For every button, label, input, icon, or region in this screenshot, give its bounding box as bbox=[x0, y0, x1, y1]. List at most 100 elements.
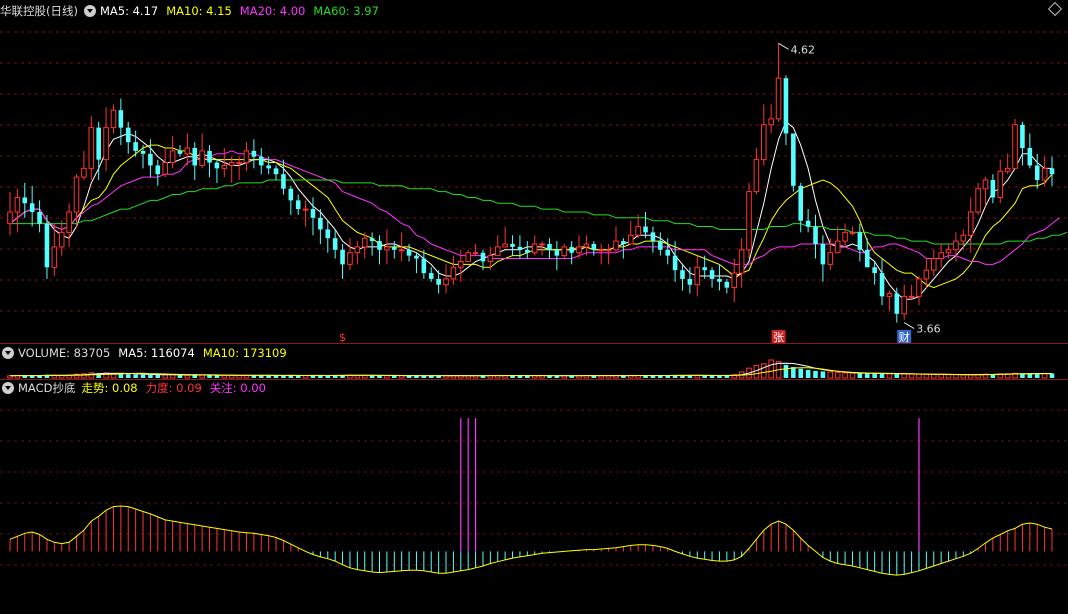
candle bbox=[621, 238, 626, 259]
macd-chevron-icon[interactable] bbox=[2, 382, 14, 394]
volume-bar bbox=[894, 373, 900, 378]
candle-body bbox=[236, 162, 242, 165]
volume-legend-item-1: MA5: 116074 bbox=[118, 346, 195, 360]
candle-body bbox=[465, 252, 471, 262]
candle bbox=[547, 238, 552, 259]
candle-body bbox=[184, 147, 191, 155]
candle bbox=[694, 255, 701, 297]
candle bbox=[554, 241, 560, 271]
macd-legend-item-1: 力度: 0.09 bbox=[145, 381, 202, 395]
volume-bar bbox=[791, 367, 796, 378]
candle-body bbox=[539, 243, 545, 246]
candle-body bbox=[458, 260, 464, 268]
candle bbox=[66, 203, 72, 247]
candle bbox=[251, 139, 257, 169]
candle-body bbox=[273, 168, 279, 175]
candle-body bbox=[332, 238, 338, 250]
candle-body bbox=[58, 231, 65, 248]
candle bbox=[44, 214, 50, 279]
candle bbox=[199, 133, 205, 169]
candle-body bbox=[680, 270, 685, 279]
volume-legend-item-0: VOLUME: 83705 bbox=[18, 346, 111, 360]
candle-body bbox=[73, 176, 80, 213]
candle-body bbox=[791, 133, 796, 186]
volume-bar bbox=[827, 371, 834, 379]
price-annotations: 4.62 3.66 $ 张 财 bbox=[339, 42, 941, 344]
candle-body bbox=[547, 244, 552, 250]
candle-body bbox=[834, 240, 841, 254]
candle-body bbox=[864, 249, 870, 268]
candle bbox=[908, 284, 915, 300]
collapse-chevron-icon[interactable] bbox=[83, 5, 96, 17]
volume-legend-item-2: MA10: 173109 bbox=[202, 346, 287, 360]
candle-body bbox=[849, 231, 856, 234]
stock-title: 华联控股 bbox=[0, 4, 46, 18]
candle bbox=[1034, 153, 1040, 189]
candle bbox=[842, 223, 848, 247]
volume-legend: VOLUME: 83705 MA5: 116074 MA10: 173109 bbox=[0, 345, 295, 361]
candle-body bbox=[81, 167, 87, 178]
candle-body bbox=[945, 249, 952, 254]
candle bbox=[169, 136, 176, 169]
candle bbox=[1027, 133, 1033, 169]
candle bbox=[598, 244, 604, 265]
volume-bar bbox=[125, 374, 131, 378]
candle-body bbox=[1027, 148, 1033, 166]
candle-body bbox=[768, 118, 774, 126]
candle-body bbox=[746, 191, 752, 251]
volume-bar bbox=[886, 373, 893, 379]
macd-legend-item-0: 走势: 0.08 bbox=[81, 381, 138, 395]
candle bbox=[731, 258, 738, 303]
candle bbox=[332, 229, 338, 259]
candle-body bbox=[221, 164, 228, 169]
event-marker: $ bbox=[339, 331, 346, 344]
volume-bar bbox=[88, 372, 95, 379]
candle bbox=[295, 194, 301, 215]
candle-body bbox=[88, 127, 95, 169]
candle bbox=[591, 241, 597, 256]
volume-bar bbox=[133, 374, 138, 378]
candle-body bbox=[798, 185, 804, 221]
candle bbox=[930, 249, 937, 276]
candle bbox=[916, 276, 922, 306]
candle-body bbox=[510, 244, 515, 247]
candle-body bbox=[140, 150, 146, 154]
candle bbox=[302, 200, 309, 227]
candle bbox=[29, 185, 35, 227]
candle-body bbox=[199, 150, 205, 166]
candle bbox=[894, 287, 900, 323]
candle bbox=[717, 264, 722, 291]
candle bbox=[990, 174, 996, 204]
candle bbox=[214, 159, 220, 183]
candle bbox=[938, 244, 944, 268]
volume-bar bbox=[953, 374, 959, 379]
candle bbox=[857, 223, 863, 262]
candle-body bbox=[738, 249, 745, 274]
volume-bar bbox=[266, 375, 271, 378]
candle bbox=[813, 214, 818, 259]
candle bbox=[510, 235, 515, 256]
candle bbox=[760, 104, 767, 166]
low-price-label: 3.66 bbox=[916, 323, 941, 336]
candle-body bbox=[672, 255, 678, 271]
candle-body bbox=[281, 174, 286, 189]
candle bbox=[273, 165, 279, 180]
candle bbox=[110, 104, 117, 134]
candle bbox=[724, 278, 730, 294]
candle bbox=[14, 188, 21, 233]
volume-bar bbox=[967, 374, 974, 379]
candle-body bbox=[251, 150, 257, 157]
candle bbox=[791, 133, 796, 192]
volume-bar bbox=[391, 375, 397, 378]
price-grid bbox=[0, 31, 1068, 566]
candle-body bbox=[627, 234, 634, 245]
candle bbox=[798, 182, 804, 233]
volume-bar bbox=[938, 374, 944, 379]
volume-chevron-icon[interactable] bbox=[2, 347, 14, 359]
volume-bar bbox=[879, 373, 885, 378]
candle bbox=[709, 267, 715, 288]
candle bbox=[184, 133, 191, 166]
candle-body bbox=[975, 188, 981, 213]
volume-bar bbox=[155, 375, 161, 378]
volume-legend-items: VOLUME: 83705 MA5: 116074 MA10: 173109 bbox=[18, 345, 295, 361]
